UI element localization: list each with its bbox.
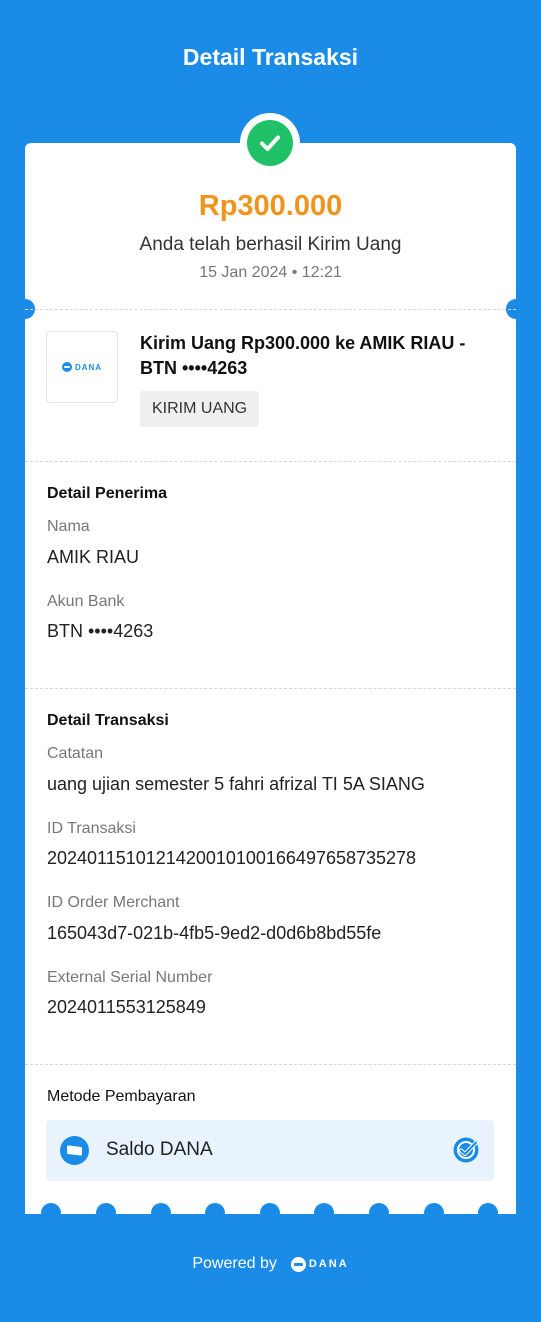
divider bbox=[25, 1064, 516, 1065]
recipient-name-label: Nama bbox=[47, 518, 90, 535]
payment-method-option[interactable]: Saldo DANA bbox=[46, 1120, 494, 1181]
ticket-edge-dot bbox=[151, 1203, 171, 1223]
ticket-edge-dot bbox=[205, 1203, 225, 1223]
transaction-amount: Rp300.000 bbox=[198, 190, 343, 222]
receipt-card bbox=[25, 143, 516, 1214]
ticket-edge-dot bbox=[41, 1203, 61, 1223]
ticket-edge-dot bbox=[260, 1203, 280, 1223]
transaction-title: Kirim Uang Rp300.000 ke AMIK RIAU - BTN … bbox=[140, 333, 466, 378]
ticket-edge-dot bbox=[424, 1203, 444, 1223]
external-serial-label: External Serial Number bbox=[47, 969, 213, 986]
external-serial-value: 2024011553125849 bbox=[47, 997, 206, 1017]
dana-logo-icon: DANA bbox=[61, 362, 102, 372]
transaction-id-value: 2024011510121420010100166497658735278 bbox=[47, 848, 417, 868]
dana-logo-icon: DANA bbox=[290, 1256, 349, 1272]
recipient-bank-label: Akun Bank bbox=[47, 593, 125, 610]
check-circle-icon bbox=[247, 120, 293, 166]
ticket-edge-dot bbox=[314, 1203, 334, 1223]
powered-by-text: Powered by bbox=[192, 1255, 277, 1272]
page-title: Detail Transaksi bbox=[182, 44, 359, 70]
transaction-type-chip: KIRIM UANG bbox=[140, 391, 260, 427]
ticket-edge-dot bbox=[369, 1203, 389, 1223]
divider bbox=[25, 461, 516, 462]
success-badge bbox=[240, 113, 300, 173]
transaction-id-label: ID Transaksi bbox=[47, 820, 136, 837]
wallet-icon bbox=[60, 1136, 89, 1165]
merchant-logo: DANA bbox=[46, 331, 118, 403]
recipient-section-title: Detail Penerima bbox=[47, 485, 168, 502]
divider bbox=[25, 688, 516, 689]
recipient-name-value: AMIK RIAU bbox=[47, 547, 140, 567]
merchant-order-id-value: 165043d7-021b-4fb5-9ed2-d0d6b8bd55fe bbox=[47, 923, 382, 943]
ticket-edge-dot bbox=[96, 1203, 116, 1223]
details-section-title: Detail Transaksi bbox=[47, 712, 169, 729]
transaction-datetime: 15 Jan 2024 • 12:21 bbox=[199, 264, 342, 281]
divider bbox=[25, 309, 516, 310]
transaction-status: Anda telah berhasil Kirim Uang bbox=[139, 234, 402, 255]
merchant-order-id-label: ID Order Merchant bbox=[47, 894, 180, 911]
note-label: Catatan bbox=[47, 745, 104, 762]
note-value: uang ujian semester 5 fahri afrizal TI 5… bbox=[47, 774, 425, 794]
payment-method-label: Saldo DANA bbox=[106, 1139, 213, 1160]
ticket-edge-dot bbox=[478, 1203, 498, 1223]
footer: Powered by DANA bbox=[0, 1255, 541, 1273]
selected-check-icon bbox=[452, 1136, 480, 1164]
payment-method-title: Metode Pembayaran bbox=[47, 1088, 196, 1105]
recipient-bank-value: BTN ••••4263 bbox=[47, 621, 154, 641]
